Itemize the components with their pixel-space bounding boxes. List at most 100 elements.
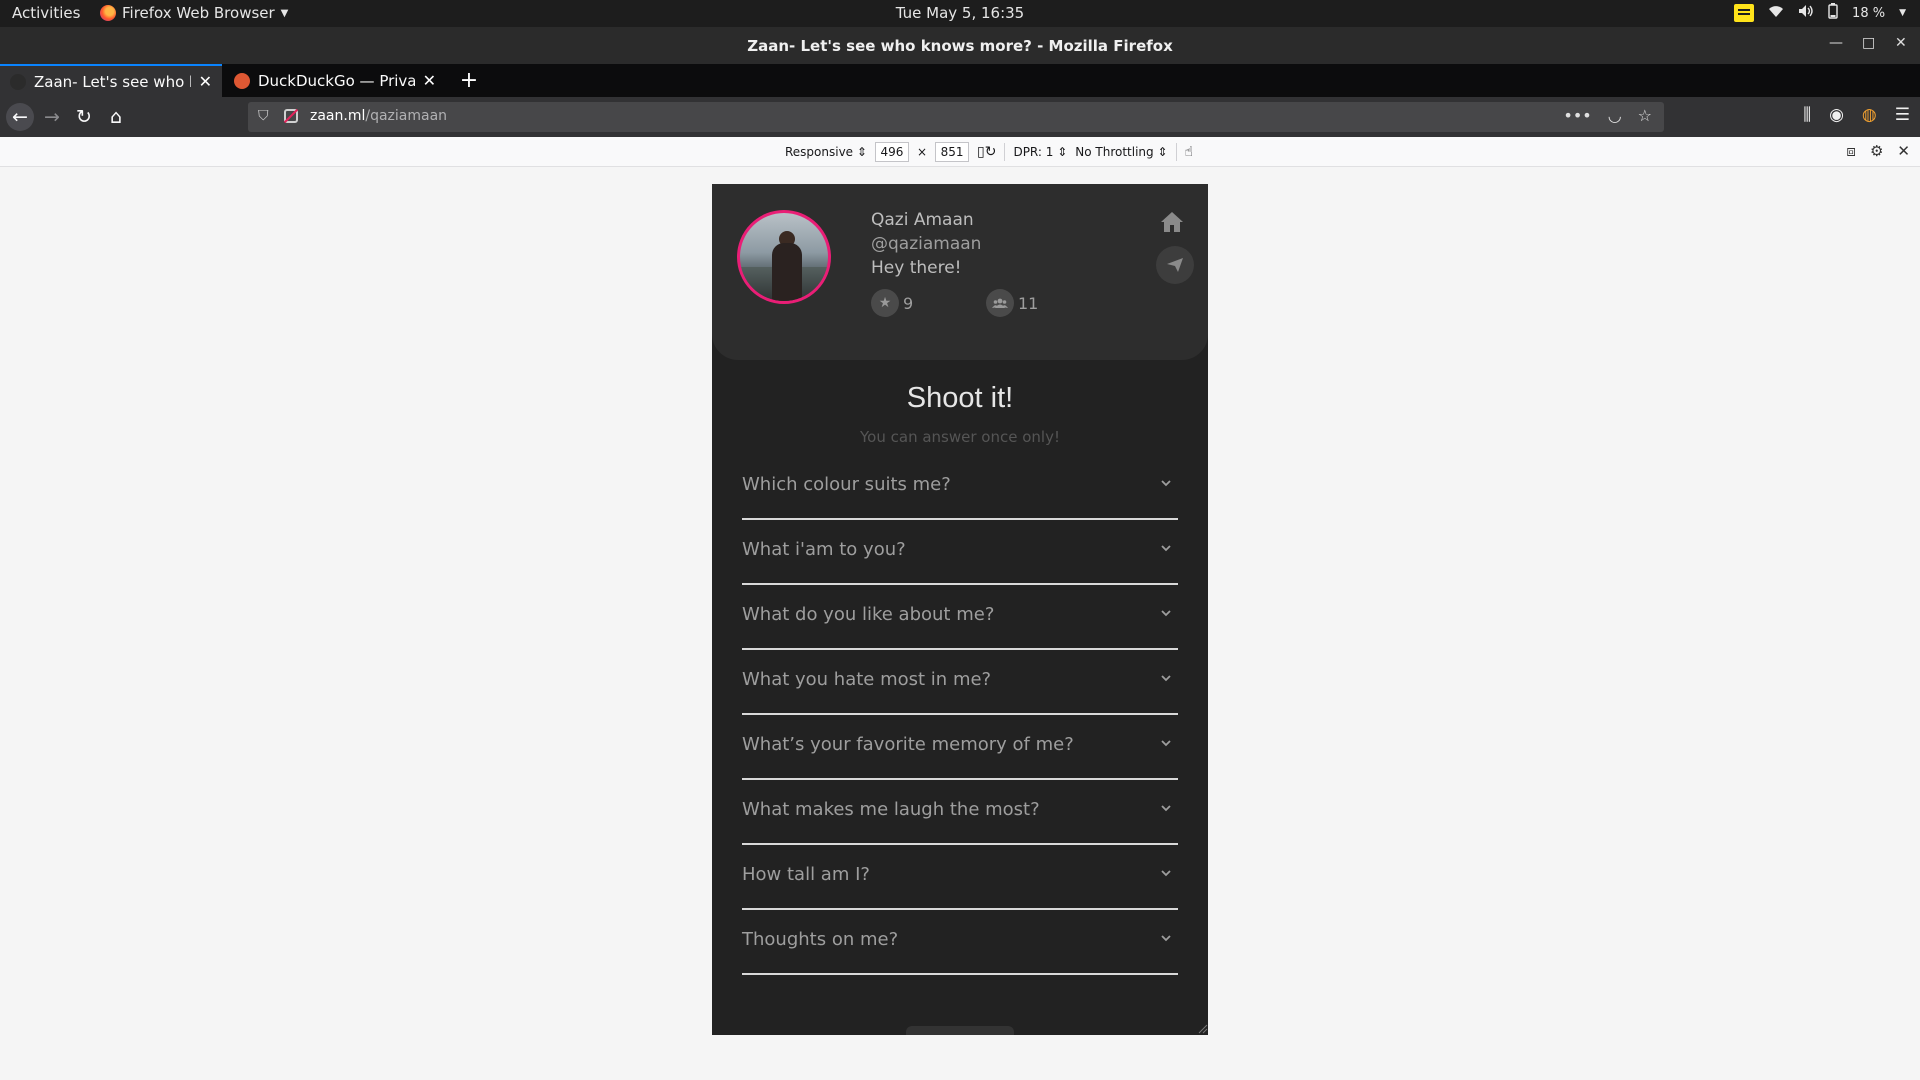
group-icon — [986, 289, 1014, 317]
tracking-shield-icon[interactable]: ⛉ — [258, 108, 269, 124]
question-item[interactable]: What makes me laugh the most? — [742, 780, 1178, 845]
question-text: How tall am I? — [742, 864, 870, 885]
viewport-width-input[interactable]: 496 — [874, 142, 909, 162]
tab-strip: Zaan- Let's see who knows more? ✕ DuckDu… — [0, 64, 1920, 97]
star-icon: ★ — [871, 289, 899, 317]
question-list: Which colour suits me? What i'am to you?… — [742, 455, 1178, 975]
address-bar[interactable]: ⛉ zaan.ml/qaziamaan ••• ◡ ☆ — [248, 102, 1664, 132]
question-text: Which colour suits me? — [742, 474, 951, 495]
library-icon[interactable]: ⫼ — [1803, 105, 1811, 125]
avatar — [737, 210, 831, 304]
forward-button[interactable]: → — [38, 103, 66, 131]
responsive-design-toolbar: Responsive ⇕ 496 × 851 ▯↻ DPR: 1 ⇕ No Th… — [0, 137, 1920, 167]
duckduckgo-favicon-icon — [234, 72, 250, 89]
chevron-down-icon — [1161, 675, 1171, 682]
page-actions-icon[interactable]: ••• — [1563, 106, 1591, 125]
extension-icon[interactable]: ◍ — [1862, 105, 1877, 125]
close-window-icon[interactable]: ✕ — [1895, 35, 1907, 51]
url-text[interactable]: zaan.ml/qaziamaan — [310, 108, 447, 124]
divider — [1004, 143, 1006, 161]
screenshot-icon[interactable]: ⧈ — [1846, 142, 1856, 160]
wifi-icon — [1768, 4, 1784, 22]
system-top-bar: Activities Firefox Web Browser ▼ Tue May… — [0, 0, 1920, 27]
device-selector[interactable]: Responsive ⇕ — [785, 145, 867, 159]
question-item[interactable]: What’s your favorite memory of me? — [742, 715, 1178, 780]
chevron-down-icon — [1161, 610, 1171, 617]
dimension-separator: × — [916, 145, 928, 159]
notes-icon[interactable] — [1734, 4, 1755, 22]
close-tab-icon[interactable]: ✕ — [199, 72, 212, 91]
question-text: What do you like about me? — [742, 604, 995, 625]
settings-gear-icon[interactable]: ⚙ — [1870, 142, 1883, 160]
viewport-height-input[interactable]: 851 — [935, 142, 970, 162]
chevron-down-icon — [1161, 870, 1171, 877]
tab-zaan[interactable]: Zaan- Let's see who knows more? ✕ — [0, 64, 222, 97]
tab-label: DuckDuckGo — Privacy, simplified. — [258, 71, 415, 90]
chevron-down-icon — [1161, 480, 1171, 487]
chevron-down-icon — [1161, 545, 1171, 552]
question-item[interactable]: How tall am I? — [742, 845, 1178, 910]
question-text: What i'am to you? — [742, 539, 906, 560]
clock[interactable]: Tue May 5, 16:35 — [896, 4, 1024, 22]
chevron-down-icon: ▼ — [1899, 8, 1906, 18]
viewport-resize-handle[interactable] — [1196, 1022, 1208, 1034]
account-icon[interactable]: ◉ — [1829, 105, 1844, 125]
question-item[interactable]: What you hate most in me? — [742, 650, 1178, 715]
question-text: What you hate most in me? — [742, 669, 992, 690]
zaan-favicon-icon — [10, 73, 26, 90]
stars-stat: ★ 9 — [871, 289, 913, 317]
touch-simulation-icon[interactable]: ☝ — [1185, 144, 1194, 160]
insecure-lock-icon[interactable] — [284, 109, 298, 123]
back-button[interactable]: ← — [6, 103, 34, 131]
activities-button[interactable]: Activities — [12, 4, 80, 22]
battery-icon — [1828, 3, 1838, 23]
reload-button[interactable]: ↻ — [70, 103, 98, 131]
dpr-selector[interactable]: DPR: 1 ⇕ — [1013, 145, 1067, 159]
maximize-icon[interactable]: □ — [1862, 35, 1875, 51]
profile-bio: Hey there! — [871, 258, 962, 278]
chevron-down-icon — [1161, 805, 1171, 812]
send-button[interactable] — [1156, 246, 1194, 284]
chevron-down-icon: ▼ — [280, 7, 289, 19]
close-tab-icon[interactable]: ✕ — [423, 71, 436, 90]
app-menu-label: Firefox Web Browser — [122, 4, 275, 22]
quiz-title: Shoot it! — [906, 382, 1014, 414]
throttling-selector[interactable]: No Throttling ⇕ — [1075, 145, 1167, 159]
profile-name: Qazi Amaan — [871, 210, 974, 230]
quiz-subtitle: You can answer once only! — [860, 428, 1060, 446]
tab-label: Zaan- Let's see who knows more? — [34, 72, 191, 91]
question-text: Thoughts on me? — [742, 929, 899, 950]
system-tray[interactable]: 18 % ▼ — [1734, 3, 1906, 23]
app-menu[interactable]: Firefox Web Browser ▼ — [100, 4, 288, 22]
pocket-icon[interactable]: ◡ — [1608, 106, 1622, 125]
friends-stat: 11 — [986, 289, 1038, 317]
window-title: Zaan- Let's see who knows more? - Mozill… — [747, 37, 1173, 55]
question-item[interactable]: Thoughts on me? — [742, 910, 1178, 975]
navigation-toolbar: ← → ↻ ⌂ ⛉ zaan.ml/qaziamaan ••• ◡ ☆ ⫼ ◉ … — [0, 97, 1920, 137]
home-button[interactable]: ⌂ — [102, 103, 130, 131]
chevron-down-icon — [1161, 740, 1171, 747]
question-text: What makes me laugh the most? — [742, 799, 1040, 820]
tab-duckduckgo[interactable]: DuckDuckGo — Privacy, simplified. ✕ — [224, 64, 446, 97]
question-item[interactable]: Which colour suits me? — [742, 455, 1178, 520]
firefox-icon — [100, 5, 116, 21]
device-viewport: Qazi Amaan @qaziamaan Hey there! ★ 9 11 … — [712, 184, 1208, 1035]
minimize-icon[interactable]: — — [1829, 35, 1843, 51]
hamburger-menu-icon[interactable]: ☰ — [1895, 105, 1910, 125]
profile-handle: @qaziamaan — [871, 234, 982, 254]
question-text: What’s your favorite memory of me? — [742, 734, 1074, 755]
profile-card: Qazi Amaan @qaziamaan Hey there! ★ 9 11 — [712, 184, 1208, 360]
friends-count: 11 — [1018, 293, 1039, 313]
home-icon[interactable] — [1159, 210, 1185, 234]
question-item[interactable]: What do you like about me? — [742, 585, 1178, 650]
chevron-down-icon — [1161, 935, 1171, 942]
close-rdm-icon[interactable]: ✕ — [1897, 142, 1910, 160]
bottom-handle[interactable] — [906, 1026, 1014, 1035]
bookmark-star-icon[interactable]: ☆ — [1638, 106, 1652, 125]
window-title-bar: Zaan- Let's see who knows more? - Mozill… — [0, 27, 1920, 64]
new-tab-button[interactable]: + — [456, 68, 482, 93]
question-item[interactable]: What i'am to you? — [742, 520, 1178, 585]
rotate-viewport-icon[interactable]: ▯↻ — [977, 144, 996, 160]
volume-icon — [1798, 4, 1814, 22]
stars-count: 9 — [903, 293, 914, 313]
